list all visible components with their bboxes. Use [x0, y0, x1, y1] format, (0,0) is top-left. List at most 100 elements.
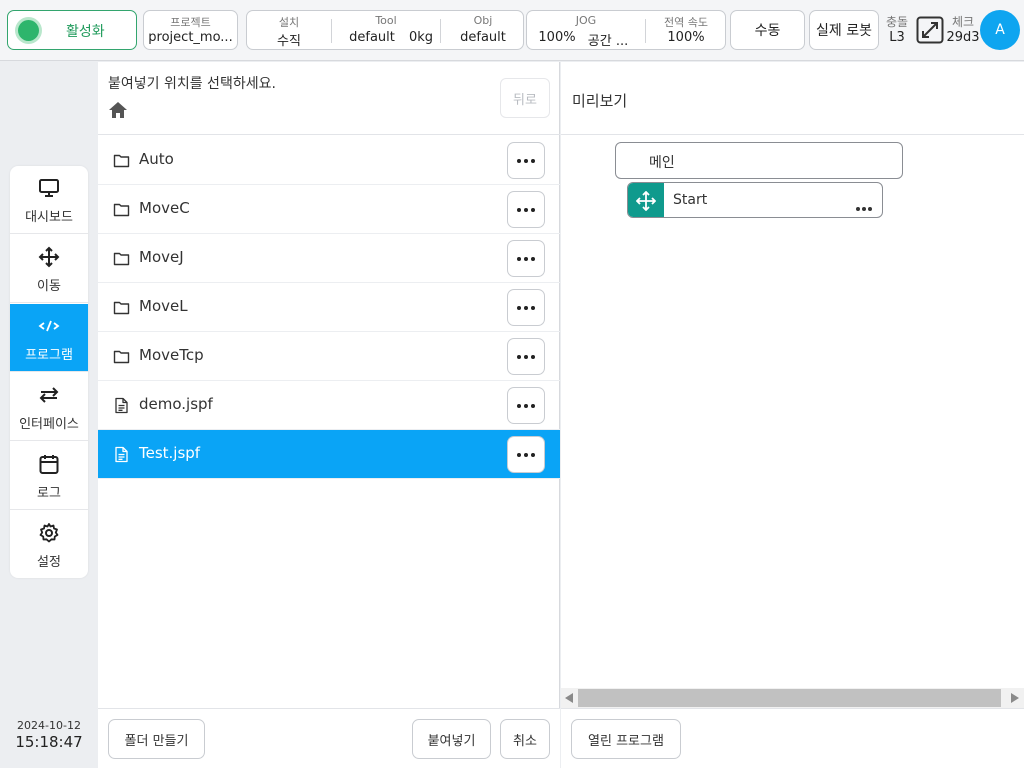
obj-label: Obj	[473, 14, 493, 27]
folder-icon	[113, 152, 130, 169]
check-value: 29d3	[946, 30, 980, 45]
file-name: MoveC	[139, 199, 190, 217]
calendar-icon	[39, 455, 59, 474]
home-icon[interactable]	[108, 100, 128, 120]
folder-row[interactable]: MoveTcp	[98, 332, 560, 381]
clock-date: 2024-10-12	[17, 719, 81, 732]
file-row[interactable]: Test.jspf	[98, 430, 560, 479]
activate-label: 활성화	[66, 24, 105, 40]
back-button[interactable]: 뒤로	[500, 78, 550, 118]
scroll-right-icon[interactable]	[1011, 693, 1019, 703]
collision-value[interactable]: L3	[883, 30, 911, 45]
folder-icon	[113, 201, 130, 218]
more-options-button[interactable]	[507, 240, 545, 277]
more-options-button[interactable]	[507, 436, 545, 473]
expand-icon[interactable]	[916, 16, 944, 44]
more-options-icon[interactable]	[855, 199, 873, 215]
tree-node-label: Start	[673, 192, 708, 208]
tree-node-main[interactable]: 메인	[615, 142, 903, 179]
scrollbar-thumb[interactable]	[578, 689, 1001, 707]
folder-icon	[113, 299, 130, 316]
drag-handle-icon[interactable]	[628, 183, 664, 217]
new-folder-button[interactable]: 폴더 만들기	[108, 719, 205, 759]
tool-label: Tool	[375, 14, 397, 27]
install-value: 수직	[277, 34, 301, 49]
sidebar-item-log[interactable]: 로그	[10, 442, 88, 510]
preview-panel: 미리보기 메인 Start 열린 프로그램	[561, 62, 1024, 768]
global-speed-label: 전역 속도	[664, 16, 708, 29]
folder-row[interactable]: MoveJ	[98, 234, 560, 283]
panel-header: 미리보기	[561, 62, 1024, 135]
sidebar-item-label: 프로그램	[25, 348, 73, 363]
more-options-button[interactable]	[507, 191, 545, 228]
sidebar-item-label: 대시보드	[25, 210, 73, 225]
sidebar-item-dashboard[interactable]: 대시보드	[10, 166, 88, 234]
install-label: 설치	[278, 16, 300, 29]
top-bar: 활성화 프로젝트 project_mo... 설치 수직 Tool defaul…	[0, 0, 1024, 61]
activate-button[interactable]: 활성화	[7, 10, 137, 50]
preview-title: 미리보기	[572, 92, 628, 110]
open-program-button[interactable]: 열린 프로그램	[571, 719, 681, 759]
installation-panel[interactable]: 설치 수직 Tool default 0kg Obj default	[246, 10, 524, 50]
swap-icon	[39, 387, 59, 403]
file-icon	[113, 446, 130, 463]
tree-node-start[interactable]: Start	[627, 182, 883, 218]
avatar[interactable]: A	[980, 10, 1020, 50]
sidebar-item-label: 설정	[37, 555, 61, 570]
manual-mode-button[interactable]: 수동	[730, 10, 805, 50]
file-icon	[113, 397, 130, 414]
code-icon	[38, 320, 60, 332]
status-dot-icon	[18, 20, 39, 41]
jog-speed: 100%	[538, 30, 576, 45]
file-name: Auto	[139, 150, 174, 168]
tool-weight: 0kg	[408, 30, 434, 45]
tree-node-label: 메인	[649, 155, 675, 171]
horizontal-scrollbar[interactable]	[561, 688, 1024, 708]
file-name: MoveTcp	[139, 346, 204, 364]
sidebar-item-label: 로그	[37, 486, 61, 501]
panel-header: 붙여넣기 위치를 선택하세요. 뒤로	[98, 62, 560, 135]
sidebar-item-program[interactable]: 프로그램	[10, 304, 88, 372]
folder-row[interactable]: MoveL	[98, 283, 560, 332]
tool-value: default	[349, 30, 395, 45]
panel-footer: 폴더 만들기 붙여넣기 취소	[98, 708, 560, 768]
project-selector[interactable]: 프로젝트 project_mo...	[143, 10, 238, 50]
sidebar-item-interface[interactable]: 인터페이스	[10, 373, 88, 441]
panel-footer: 열린 프로그램	[561, 708, 1024, 768]
scroll-left-icon[interactable]	[565, 693, 573, 703]
folder-row[interactable]: MoveC	[98, 185, 560, 234]
more-options-button[interactable]	[507, 289, 545, 326]
folder-icon	[113, 250, 130, 267]
folder-row[interactable]: Auto	[98, 136, 560, 185]
file-row[interactable]: demo.jspf	[98, 381, 560, 430]
jog-label: JOG	[575, 14, 597, 27]
obj-value: default	[460, 30, 506, 45]
file-name: demo.jspf	[139, 395, 213, 413]
project-value: project_mo...	[148, 30, 233, 45]
sidebar: 대시보드 이동 프로그램 인터페이스 로그 설정	[10, 166, 88, 578]
more-options-button[interactable]	[507, 387, 545, 424]
sidebar-item-label: 이동	[37, 279, 61, 294]
sidebar-item-move[interactable]: 이동	[10, 235, 88, 303]
file-name: MoveL	[139, 297, 188, 315]
global-speed-value: 100%	[667, 30, 705, 45]
collision-label: 충돌	[885, 15, 909, 29]
gear-icon	[39, 523, 59, 543]
real-robot-button[interactable]: 실제 로봇	[809, 10, 879, 50]
cancel-button[interactable]: 취소	[500, 719, 550, 759]
more-options-button[interactable]	[507, 142, 545, 179]
project-label: 프로젝트	[170, 16, 211, 29]
folder-icon	[113, 348, 130, 365]
file-name: MoveJ	[139, 248, 184, 266]
jog-panel[interactable]: JOG 100% 공간 ... 전역 속도 100%	[526, 10, 726, 50]
more-options-button[interactable]	[507, 338, 545, 375]
file-name: Test.jspf	[139, 444, 201, 462]
clock-time: 15:18:47	[15, 733, 83, 751]
move-icon	[38, 246, 60, 268]
paste-location-title: 붙여넣기 위치를 선택하세요.	[108, 76, 276, 92]
sidebar-item-settings[interactable]: 설정	[10, 511, 88, 578]
sidebar-item-label: 인터페이스	[19, 417, 79, 432]
check-label: 체크	[951, 15, 975, 29]
jog-space: 공간 ...	[587, 34, 629, 49]
paste-button[interactable]: 붙여넣기	[412, 719, 491, 759]
